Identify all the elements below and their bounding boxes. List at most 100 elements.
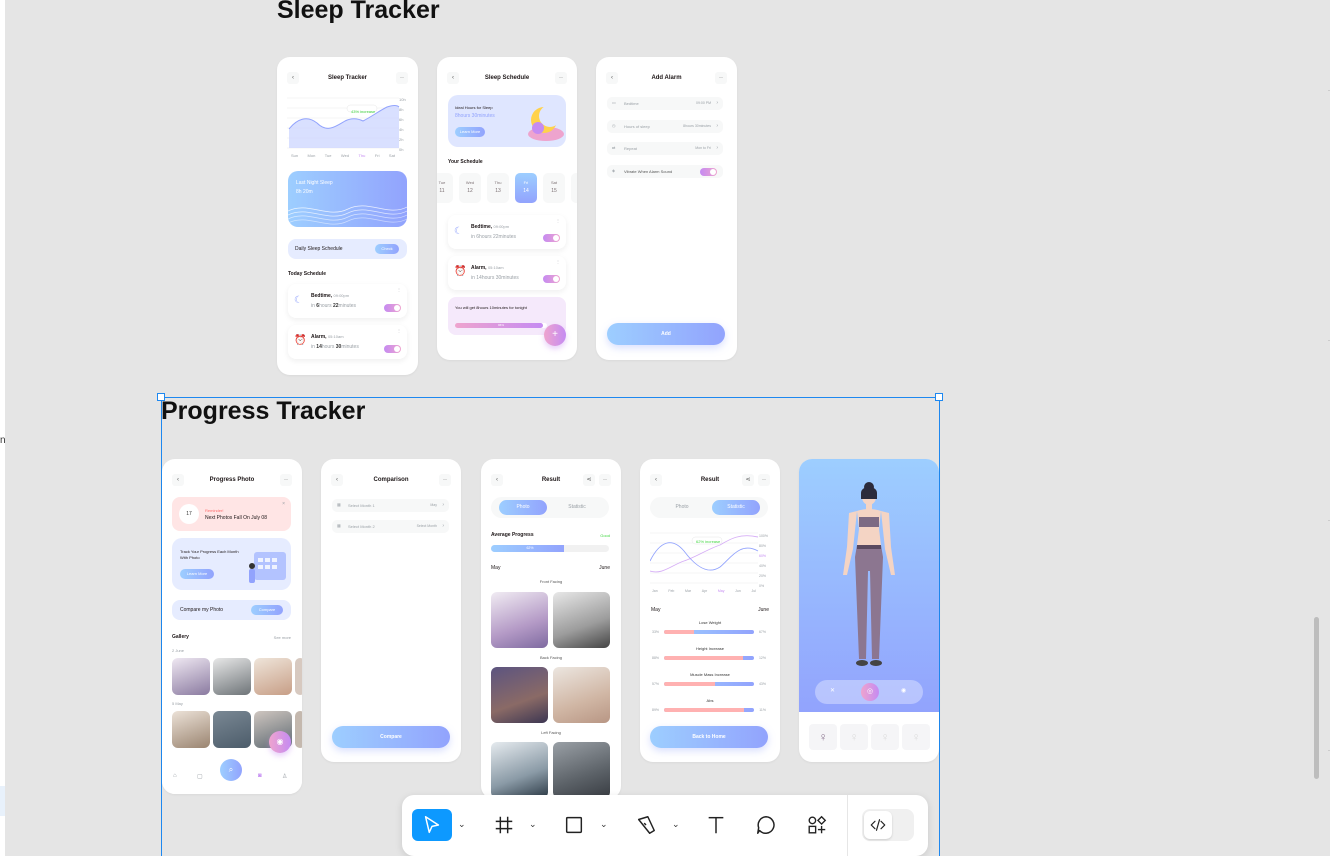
more-icon[interactable]: ·· [555,72,567,84]
resize-handle-top-left[interactable] [157,393,165,401]
alarm-row-repeat[interactable]: ⇄ Repeat Mon to Fri › [607,142,723,155]
pose-thumb[interactable]: ♀ [902,724,930,750]
back-to-home-button[interactable]: Back to Home [650,726,768,748]
share-icon[interactable]: ⋖ [742,474,754,486]
daily-schedule-row[interactable]: Daily Sleep Schedule Check [288,239,407,259]
left-photo-may[interactable] [491,742,548,798]
pen-tool[interactable] [626,809,666,841]
more-icon[interactable]: ·· [599,474,611,486]
screen-add-alarm[interactable]: ‹ Add Alarm ·· ▭ Bedtime 09:00 PM › ◷ Ho… [596,57,737,360]
more-icon[interactable]: ·· [439,474,451,486]
last-night-card[interactable]: Last Night Sleep 8h 20m [288,171,407,227]
tab-switch[interactable]: Photo Statistic [650,497,768,518]
bedtime-card[interactable]: ☾ ⋮ Bedtime, 09:00pm in 6hours 22minutes [448,215,566,249]
learn-more-button[interactable]: Learn More [180,569,214,579]
camera-icon[interactable]: ◙ [258,773,262,779]
shutter-button-icon[interactable]: ◎ [861,683,879,701]
pose-thumb[interactable]: ♀ [809,724,837,750]
date-chip[interactable]: Thu 13 [487,173,509,203]
gallery-photo[interactable] [172,658,210,695]
see-more-link[interactable]: See more [274,635,291,640]
more-icon[interactable]: ·· [715,72,727,84]
gallery-photo[interactable] [213,711,251,748]
screen-camera[interactable]: ✕ ◎ ◉ ♀ ♀ ♀ ♀ [799,459,939,762]
alarm-toggle[interactable] [543,275,560,283]
tab-statistic[interactable]: Statistic [553,500,601,515]
chevron-down-icon[interactable]: ⌄ [600,819,608,830]
screen-progress-photo[interactable]: ‹ Progress Photo ·· 17 Reminder! Next Ph… [162,459,302,794]
front-photo-may[interactable] [491,592,548,648]
shape-tool[interactable] [554,809,594,841]
alarm-card[interactable]: ⏰ ⋮ Alarm, 05:10am in 14hours 30minutes [448,256,566,290]
section-title-sleep[interactable]: Sleep Tracker [277,0,440,25]
pose-thumb[interactable]: ♀ [840,724,868,750]
bedtime-toggle[interactable] [384,304,401,312]
home-icon[interactable]: ⌂ [173,773,177,779]
chevron-down-icon[interactable]: ⌄ [672,819,680,830]
gallery-photo[interactable] [254,658,292,695]
resize-handle-top-right[interactable] [935,393,943,401]
chevron-down-icon[interactable]: ⌄ [458,819,466,830]
pose-thumb[interactable]: ♀ [871,724,899,750]
gallery-photo[interactable] [295,711,302,748]
select-month-2[interactable]: ▦ Select Month 2 Select Month › [332,520,449,533]
screen-sleep-tracker[interactable]: ‹ Sleep Tracker ·· 43% increase 10h 8h 6… [277,57,418,375]
alarm-row-bedtime[interactable]: ▭ Bedtime 09:00 PM › [607,97,723,110]
screen-result-statistic[interactable]: ‹ Result ⋖ ·· Photo Statistic 62% increa… [640,459,780,762]
date-chip[interactable]: Sat 15 [543,173,565,203]
alarm-toggle[interactable] [384,345,401,353]
date-chip[interactable]: Tue 11 [437,173,453,203]
text-tool[interactable] [696,809,736,841]
more-icon[interactable]: ·· [280,474,292,486]
gallery-photo[interactable] [295,658,302,695]
move-tool[interactable] [412,809,452,841]
more-icon[interactable]: ·· [758,474,770,486]
compare-button[interactable]: Compare [251,605,283,615]
date-picker[interactable]: Tue 11 Wed 12 Thu 13 Fri 14 Sat 15 Sun16 [437,173,577,203]
card-more-icon[interactable]: ⋮ [397,287,401,292]
chevron-down-icon[interactable]: ⌄ [529,819,537,830]
comment-tool[interactable] [746,809,786,841]
search-icon[interactable]: ⌕ [220,759,242,781]
date-chip[interactable]: Wed 12 [459,173,481,203]
select-month-1[interactable]: ▦ Select Month 1 May › [332,499,449,512]
assets-tool[interactable] [797,809,837,841]
frame-tool[interactable] [484,809,524,841]
tab-statistic[interactable]: Statistic [712,500,760,515]
bedtime-card[interactable]: ☾ ⋮ Bedtime, 09:00pm in 6hours 22minutes [288,284,407,318]
more-icon[interactable]: ·· [396,72,408,84]
close-icon[interactable]: × [282,501,285,507]
share-icon[interactable]: ⋖ [583,474,595,486]
card-more-icon[interactable]: ⋮ [556,218,560,223]
add-alarm-button[interactable]: Add [607,323,725,345]
left-photo-june[interactable] [553,742,610,798]
alarm-row-hours[interactable]: ◷ Hours of sleep 8hours 30minutes › [607,120,723,133]
camera-fab-icon[interactable]: ◉ [269,731,291,753]
vibrate-toggle[interactable] [700,167,717,176]
screen-comparison[interactable]: ‹ Comparison ·· ▦ Select Month 1 May › ▦… [321,459,461,762]
tab-photo[interactable]: Photo [658,500,706,515]
tab-photo[interactable]: Photo [499,500,547,515]
learn-more-button[interactable]: Learn More [455,127,485,137]
compare-row[interactable]: Compare my Photo Compare [172,600,291,620]
gallery-photo[interactable] [172,711,210,748]
bedtime-toggle[interactable] [543,234,560,242]
track-progress-card[interactable]: Track Your Progress Each Month With Phot… [172,538,291,590]
back-photo-june[interactable] [553,667,610,723]
back-photo-may[interactable] [491,667,548,723]
date-chip[interactable]: Fri 14 [515,173,537,203]
flip-camera-icon[interactable]: ◉ [901,687,906,694]
card-more-icon[interactable]: ⋮ [397,328,401,333]
profile-icon[interactable]: ♙ [282,773,287,780]
canvas-scrollbar[interactable] [1314,617,1319,779]
reminder-card[interactable]: 17 Reminder! Next Photos Fall On July 08… [172,497,291,531]
tab-switch[interactable]: Photo Statistic [491,497,609,518]
dev-mode-toggle[interactable] [862,809,914,841]
alarm-row-vibrate[interactable]: ◈ Vibrate When Alarm Sound [607,165,723,178]
date-chip[interactable]: Sun16 [571,173,577,203]
screen-result-photo[interactable]: ‹ Result ⋖ ·· Photo Statistic Average Pr… [481,459,621,799]
screen-sleep-schedule[interactable]: ‹ Sleep Schedule ·· Ideal Hours for Slee… [437,57,577,360]
activity-icon[interactable]: ▢ [197,773,203,780]
left-panel-selected-row[interactable] [0,786,5,816]
compare-submit-button[interactable]: Compare [332,726,450,748]
